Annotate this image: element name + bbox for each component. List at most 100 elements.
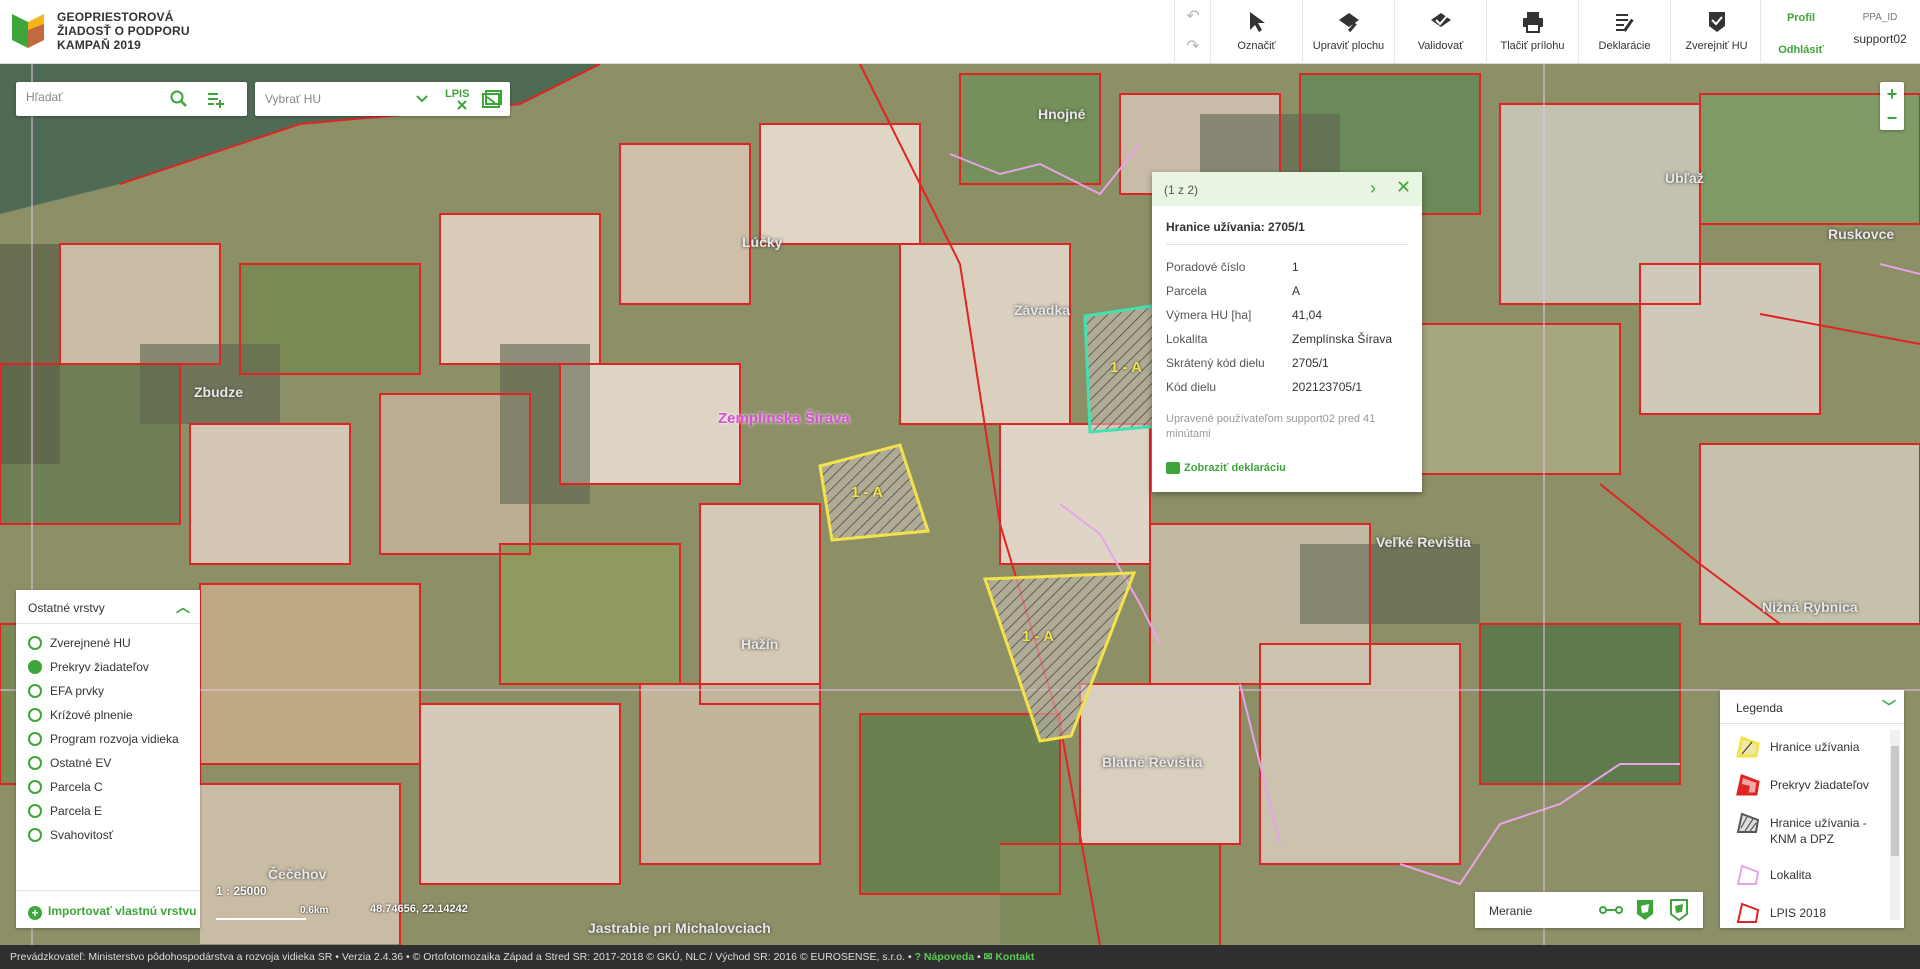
publish-hu-button[interactable]: Zverejniť HU (1670, 0, 1762, 64)
chevron-down-icon (416, 95, 428, 103)
divider (16, 890, 200, 891)
app: GEOPRIESTOROVÁ ŽIADOSŤ O PODPORU KAMPAŇ … (0, 0, 1920, 969)
zoom-out-button[interactable]: − (1880, 106, 1904, 130)
popup-row-value: 41,04 (1292, 308, 1323, 322)
legend-scrollbar-thumb[interactable] (1891, 746, 1899, 856)
measure-label: Meranie (1489, 904, 1533, 918)
measure-distance-icon[interactable] (1599, 902, 1623, 918)
brand-title: GEOPRIESTOROVÁ ŽIADOSŤ O PODPORU KAMPAŇ … (57, 10, 190, 52)
chevron-up-icon[interactable]: ︿ (176, 597, 190, 617)
lpis-toggle-button[interactable]: LPIS (445, 88, 469, 100)
layer-item-label: Prekryv žiadateľov (50, 660, 149, 674)
undo-icon[interactable]: ↶ (1175, 6, 1211, 26)
import-layer-button[interactable]: + Importovať vlastnú vrstvu (28, 904, 196, 920)
mail-icon: ✉ (983, 951, 996, 963)
legend-header[interactable]: Legenda ﹀ (1720, 690, 1904, 724)
help-icon: ? (914, 951, 924, 963)
radio-icon[interactable] (28, 636, 42, 650)
red-overlap-swatch-icon (1736, 774, 1760, 796)
measure-area-icon[interactable] (1635, 898, 1655, 922)
place-label: Hnojné (1038, 106, 1086, 122)
legend-item: Hranice užívania - KNM a DPZ (1736, 812, 1886, 848)
layer-item-label: EFA prvky (50, 684, 105, 698)
parcel-label[interactable]: 1 - A (851, 484, 883, 501)
layer-item-label: Ostatné EV (50, 756, 112, 770)
legend-item-label: LPIS 2018 (1770, 906, 1827, 920)
mark-button[interactable]: Označiť (1210, 0, 1302, 64)
popup-row-key: Výmera HU [ha] (1166, 308, 1252, 322)
chevron-right-icon[interactable]: › (1370, 178, 1376, 199)
app-logo-icon (12, 14, 44, 48)
zoom-in-button[interactable]: + (1880, 82, 1904, 106)
parcel-label[interactable]: 1 - A (1022, 628, 1054, 645)
radio-icon[interactable] (28, 732, 42, 746)
map-scale-ratio: 1 : 25000 (216, 884, 267, 898)
show-declaration-link[interactable]: Zobraziť deklaráciu (1166, 462, 1286, 475)
search-box (16, 82, 247, 116)
print-attachment-button[interactable]: Tlačiť prílohu (1486, 0, 1578, 64)
place-label: Lúčky (742, 234, 783, 250)
yellow-border-swatch-icon (1736, 736, 1760, 758)
legend-item: Lokalita (1736, 864, 1886, 890)
header: GEOPRIESTOROVÁ ŽIADOSŤ O PODPORU KAMPAŇ … (0, 0, 1920, 64)
measure-panel: Meranie (1475, 892, 1703, 928)
radio-icon[interactable] (28, 756, 42, 770)
feature-info-popup: (1 z 2) › ✕ Hranice užívania: 2705/1 Por… (1152, 172, 1422, 492)
publish-icon (1708, 12, 1725, 32)
hu-select[interactable]: Vybrať HU LPIS (255, 82, 510, 116)
close-icon[interactable]: ✕ (1396, 177, 1411, 198)
profile-group: Profil Odhlásiť (1760, 0, 1840, 64)
declarations-button[interactable]: Deklarácie (1578, 0, 1670, 64)
legend-item: Prekryv žiadateľov (1736, 774, 1886, 800)
legend-panel: Legenda ﹀ Hranice užívania Prekryv žiada… (1720, 690, 1904, 928)
print-icon (1522, 12, 1543, 33)
search-icon[interactable] (170, 90, 188, 108)
search-input[interactable] (26, 90, 176, 104)
place-label: Čečehov (268, 866, 327, 882)
contact-link[interactable]: Kontakt (995, 951, 1034, 963)
logout-link[interactable]: Odhlásiť (1761, 44, 1841, 56)
validate-button[interactable]: Validovať (1394, 0, 1486, 64)
orthophoto-background (0, 64, 1920, 945)
cursor-icon (1249, 12, 1265, 32)
popup-row-key: Lokalita (1166, 332, 1208, 346)
radio-icon[interactable] (28, 708, 42, 722)
username: support02 (1853, 32, 1907, 46)
region-label: Zemplínska Šírava (718, 410, 850, 427)
declarations-icon (1615, 14, 1634, 32)
radio-icon[interactable] (28, 684, 42, 698)
popup-row-value: 202123705/1 (1292, 380, 1363, 394)
popup-row-key: Parcela (1166, 284, 1207, 298)
legend-item-label: Lokalita (1770, 868, 1812, 882)
user-info: PPA_ID support02 (1840, 0, 1920, 64)
help-link[interactable]: Nápoveda (924, 951, 974, 963)
popup-row-value: 1 (1292, 260, 1299, 274)
legend-item: LPIS 2018 (1736, 902, 1886, 928)
radio-icon[interactable] (28, 828, 42, 842)
legend-scrollbar[interactable] (1890, 730, 1900, 920)
radio-checked-icon[interactable] (28, 660, 42, 674)
parcel-label[interactable]: 1 - A (1110, 359, 1142, 376)
layer-overlay-icon[interactable] (481, 89, 503, 109)
place-label: Ubľaž (1665, 170, 1704, 186)
layer-item-label: Svahovitosť (50, 828, 114, 842)
layers-panel-header[interactable]: Ostatné vrstvy ︿ (16, 590, 200, 624)
map-canvas[interactable]: Hnojné Ubľaž Ruskovce Lúčky Závadka Zbud… (0, 64, 1920, 945)
radio-icon[interactable] (28, 804, 42, 818)
radio-icon[interactable] (28, 780, 42, 794)
footer-text: Prevádzkovateľ: Ministerstvo pôdohospodá… (10, 951, 912, 963)
legend-item-label: Hranice užívania - KNM a DPZ (1770, 816, 1867, 846)
publish-hu-button-label: Zverejniť HU (1685, 40, 1748, 52)
add-to-list-icon[interactable] (206, 90, 226, 110)
profile-link[interactable]: Profil (1761, 12, 1841, 24)
mark-button-label: Označiť (1237, 40, 1276, 52)
redo-icon[interactable]: ↷ (1175, 36, 1211, 56)
popup-row-key: Kód dielu (1166, 380, 1217, 394)
place-label: Jastrabie pri Michalovciach (588, 920, 771, 936)
hu-select-value: Vybrať HU (265, 92, 322, 106)
chevron-up-icon[interactable]: ﹀ (1882, 697, 1896, 717)
popup-row-key: Poradové číslo (1166, 260, 1246, 274)
edit-area-button[interactable]: Upraviť plochu (1302, 0, 1394, 64)
brand-line: KAMPAŇ 2019 (57, 38, 142, 52)
measure-clear-icon[interactable] (1669, 898, 1689, 922)
